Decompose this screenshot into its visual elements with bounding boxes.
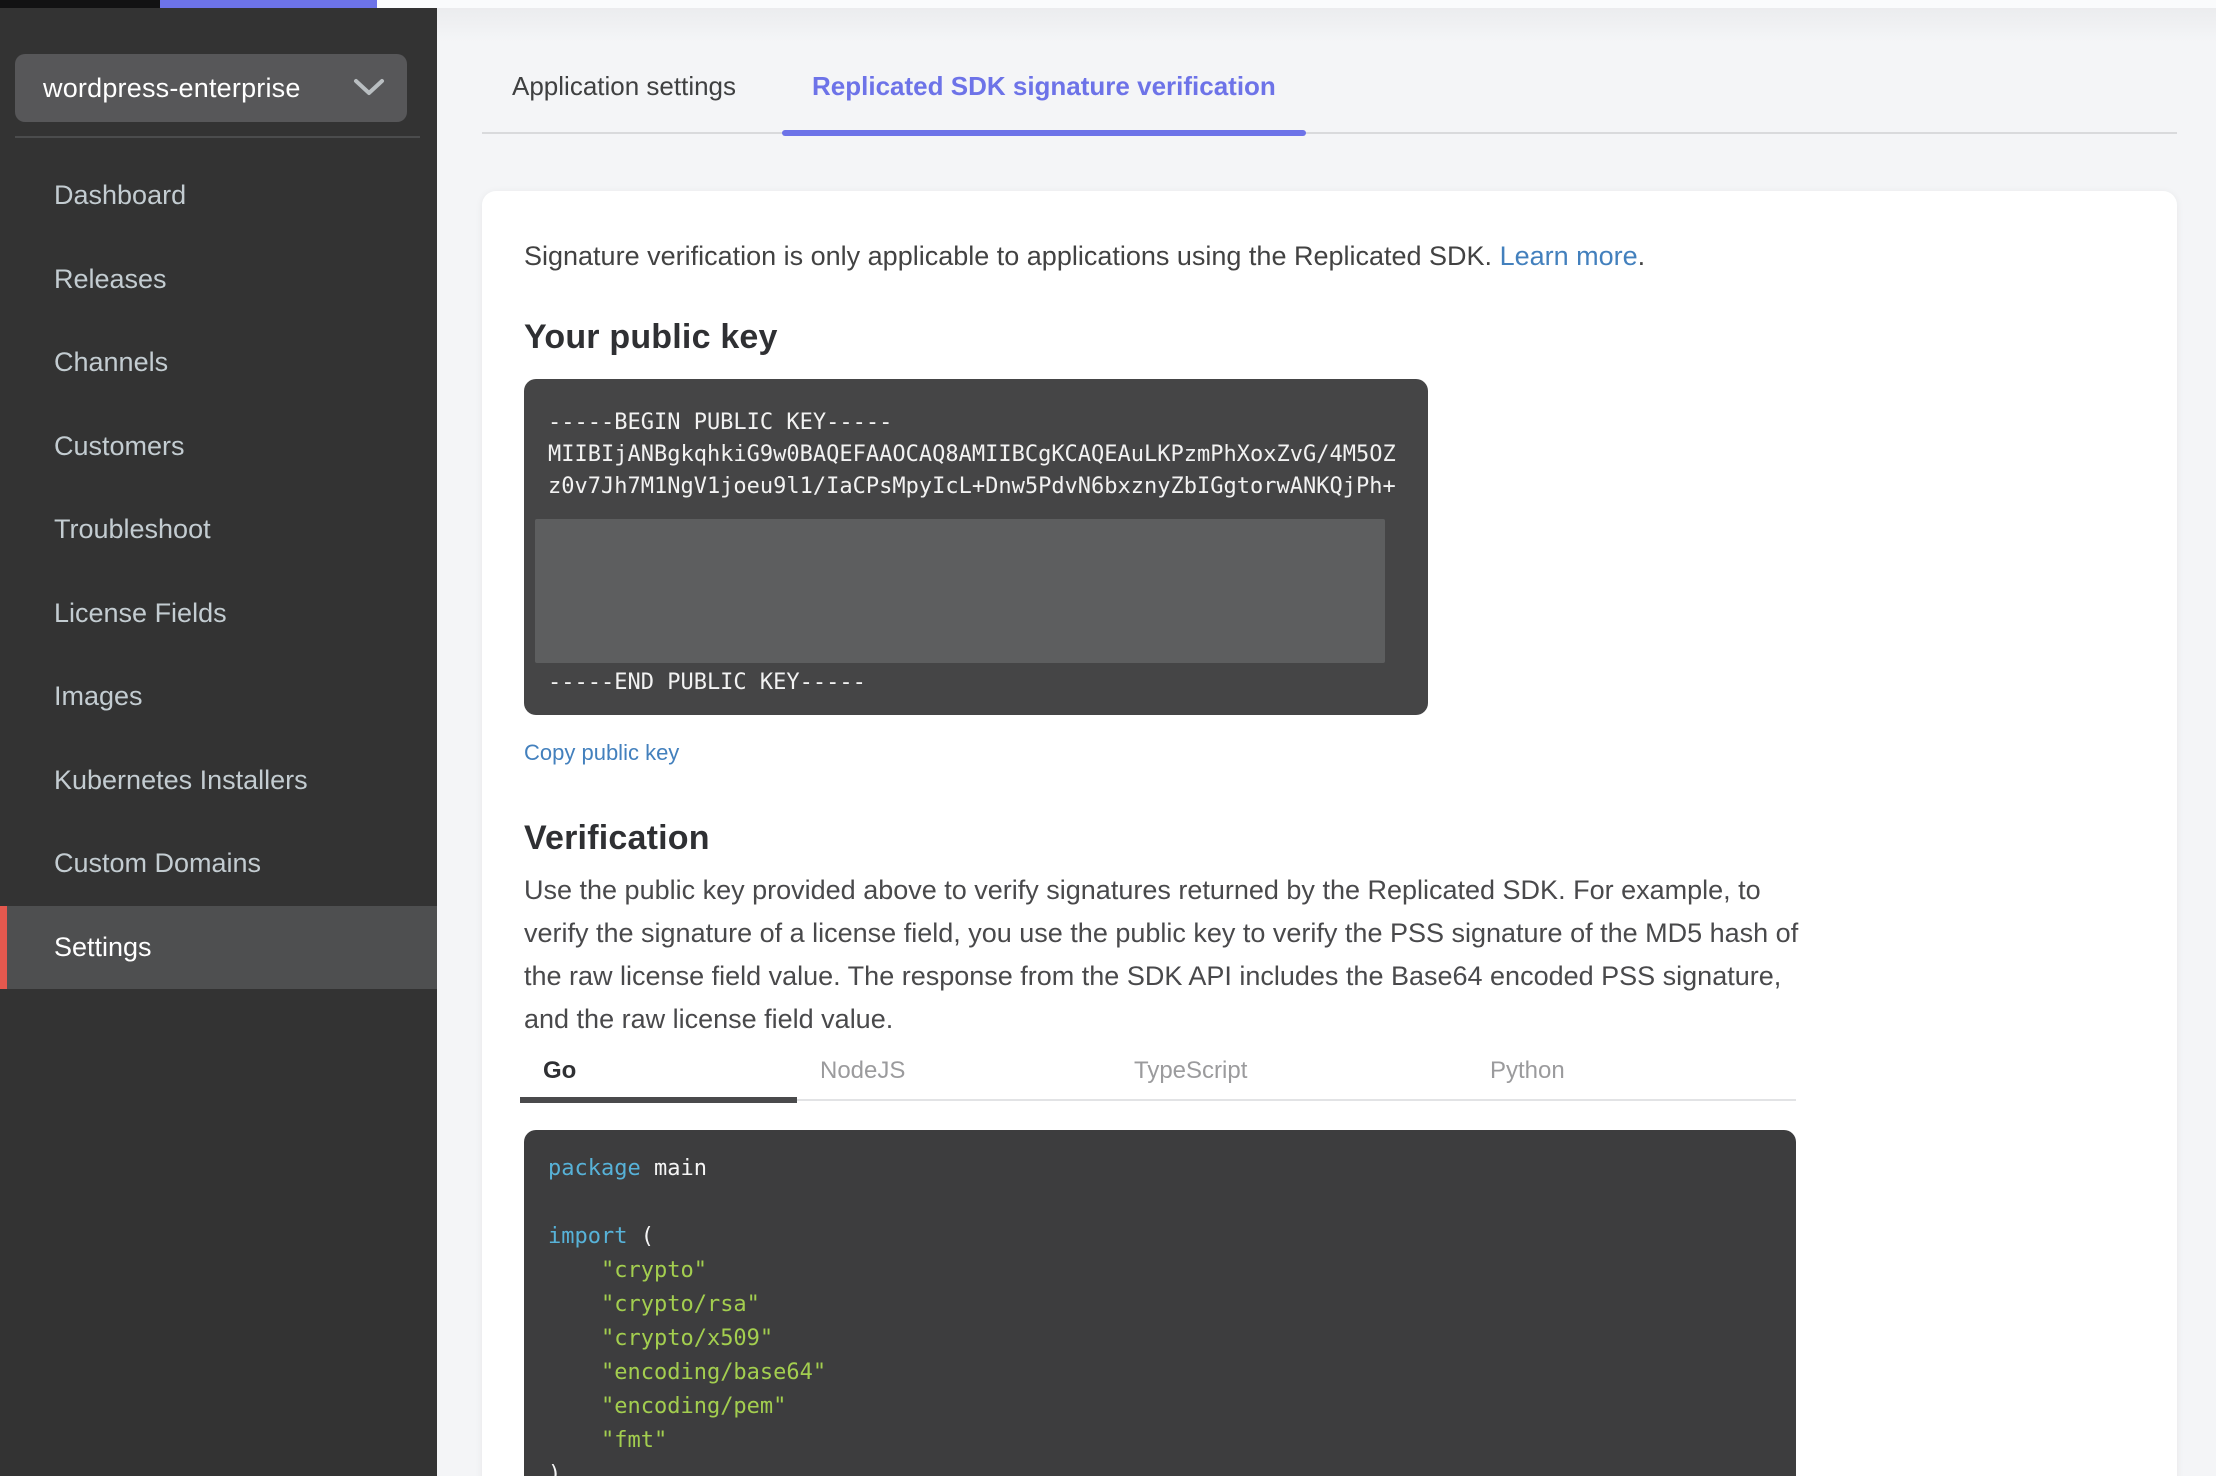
language-tabs: Go NodeJS TypeScript Python (520, 1041, 1796, 1103)
code-line: ) (548, 1462, 562, 1476)
sidebar-item-custom-domains[interactable]: Custom Domains (0, 822, 437, 906)
app-selector-value: wordpress-enterprise (43, 72, 301, 103)
chevron-down-icon (354, 79, 384, 95)
language-tab-go[interactable]: Go (543, 1041, 576, 1101)
sidebar-nav: Dashboard Releases Channels Customers Troubl… (0, 154, 437, 989)
learn-more-link[interactable]: Learn more (1500, 241, 1638, 271)
top-strip-purple-segment (160, 0, 377, 8)
sidebar-item-settings[interactable]: Settings (0, 905, 437, 989)
sidebar-item-customers[interactable]: Customers (0, 405, 437, 489)
sidebar-item-channels[interactable]: Channels (0, 321, 437, 405)
public-key-line: z0v7Jh7M1NgV1joeu9l1/IaCPsMpyIcL+Dnw5Pdv… (548, 474, 1396, 499)
code-sample-block: package main import ( "crypto" "crypto/r… (524, 1130, 1796, 1476)
code-line: "crypto/rsa" (600, 1292, 760, 1317)
sidebar-item-troubleshoot[interactable]: Troubleshoot (0, 488, 437, 572)
public-key-block: -----BEGIN PUBLIC KEY----- MIIBIjANBgkqh… (524, 379, 1428, 715)
intro-text: Signature verification is only applicabl… (524, 236, 2135, 276)
code-line: package main (548, 1156, 707, 1181)
public-key-line: MIIBIjANBgkqhkiG9w0BAQEFAAOCAQ8AMIIBCgKC… (548, 442, 1396, 467)
sidebar-item-dashboard[interactable]: Dashboard (0, 154, 437, 238)
tab-replicated-sdk-signature-verification[interactable]: Replicated SDK signature verification (782, 40, 1306, 136)
sidebar: wordpress-enterprise Dashboard Releases Ch… (0, 8, 437, 1476)
top-edge-strip (0, 0, 2216, 8)
code-line: "encoding/base64" (600, 1360, 827, 1385)
code-content: package main import ( "crypto" "crypto/r… (548, 1152, 1772, 1476)
language-tab-active-underline (520, 1097, 797, 1103)
sidebar-item-kubernetes-installers[interactable]: Kubernetes Installers (0, 739, 437, 823)
app-selector-dropdown[interactable]: wordpress-enterprise (15, 54, 407, 122)
language-tab-typescript[interactable]: TypeScript (1134, 1041, 1247, 1101)
tab-application-settings[interactable]: Application settings (482, 40, 766, 132)
language-tab-python[interactable]: Python (1490, 1041, 1565, 1101)
copy-public-key-link[interactable]: Copy public key (524, 739, 679, 767)
verification-description: Use the public key provided above to ver… (524, 875, 1799, 1034)
sidebar-item-images[interactable]: Images (0, 655, 437, 739)
top-strip-black-segment (0, 0, 160, 8)
code-line: import ( (548, 1224, 654, 1249)
public-key-redacted-area (535, 519, 1385, 663)
public-key-heading: Your public key (524, 318, 778, 356)
public-key-end-line: -----END PUBLIC KEY----- (548, 670, 866, 695)
sidebar-item-license-fields[interactable]: License Fields (0, 572, 437, 656)
main-area: Application settings Replicated SDK signa… (437, 0, 2216, 1476)
code-line: "encoding/pem" (600, 1394, 787, 1419)
page-tabs: Application settings Replicated SDK signa… (482, 40, 2177, 136)
intro-text-period: . (1637, 241, 1646, 271)
code-line: "crypto/x509" (600, 1326, 774, 1351)
public-key-begin-line: -----BEGIN PUBLIC KEY----- (548, 410, 893, 435)
code-line: "crypto" (600, 1258, 707, 1283)
verification-heading: Verification (524, 819, 710, 857)
settings-card: Signature verification is only applicabl… (482, 191, 2177, 1476)
sidebar-divider (15, 136, 420, 138)
intro-text-body: Signature verification is only applicabl… (524, 241, 1500, 271)
sidebar-item-releases[interactable]: Releases (0, 238, 437, 322)
code-line: "fmt" (600, 1428, 668, 1453)
language-tab-nodejs[interactable]: NodeJS (820, 1041, 905, 1101)
